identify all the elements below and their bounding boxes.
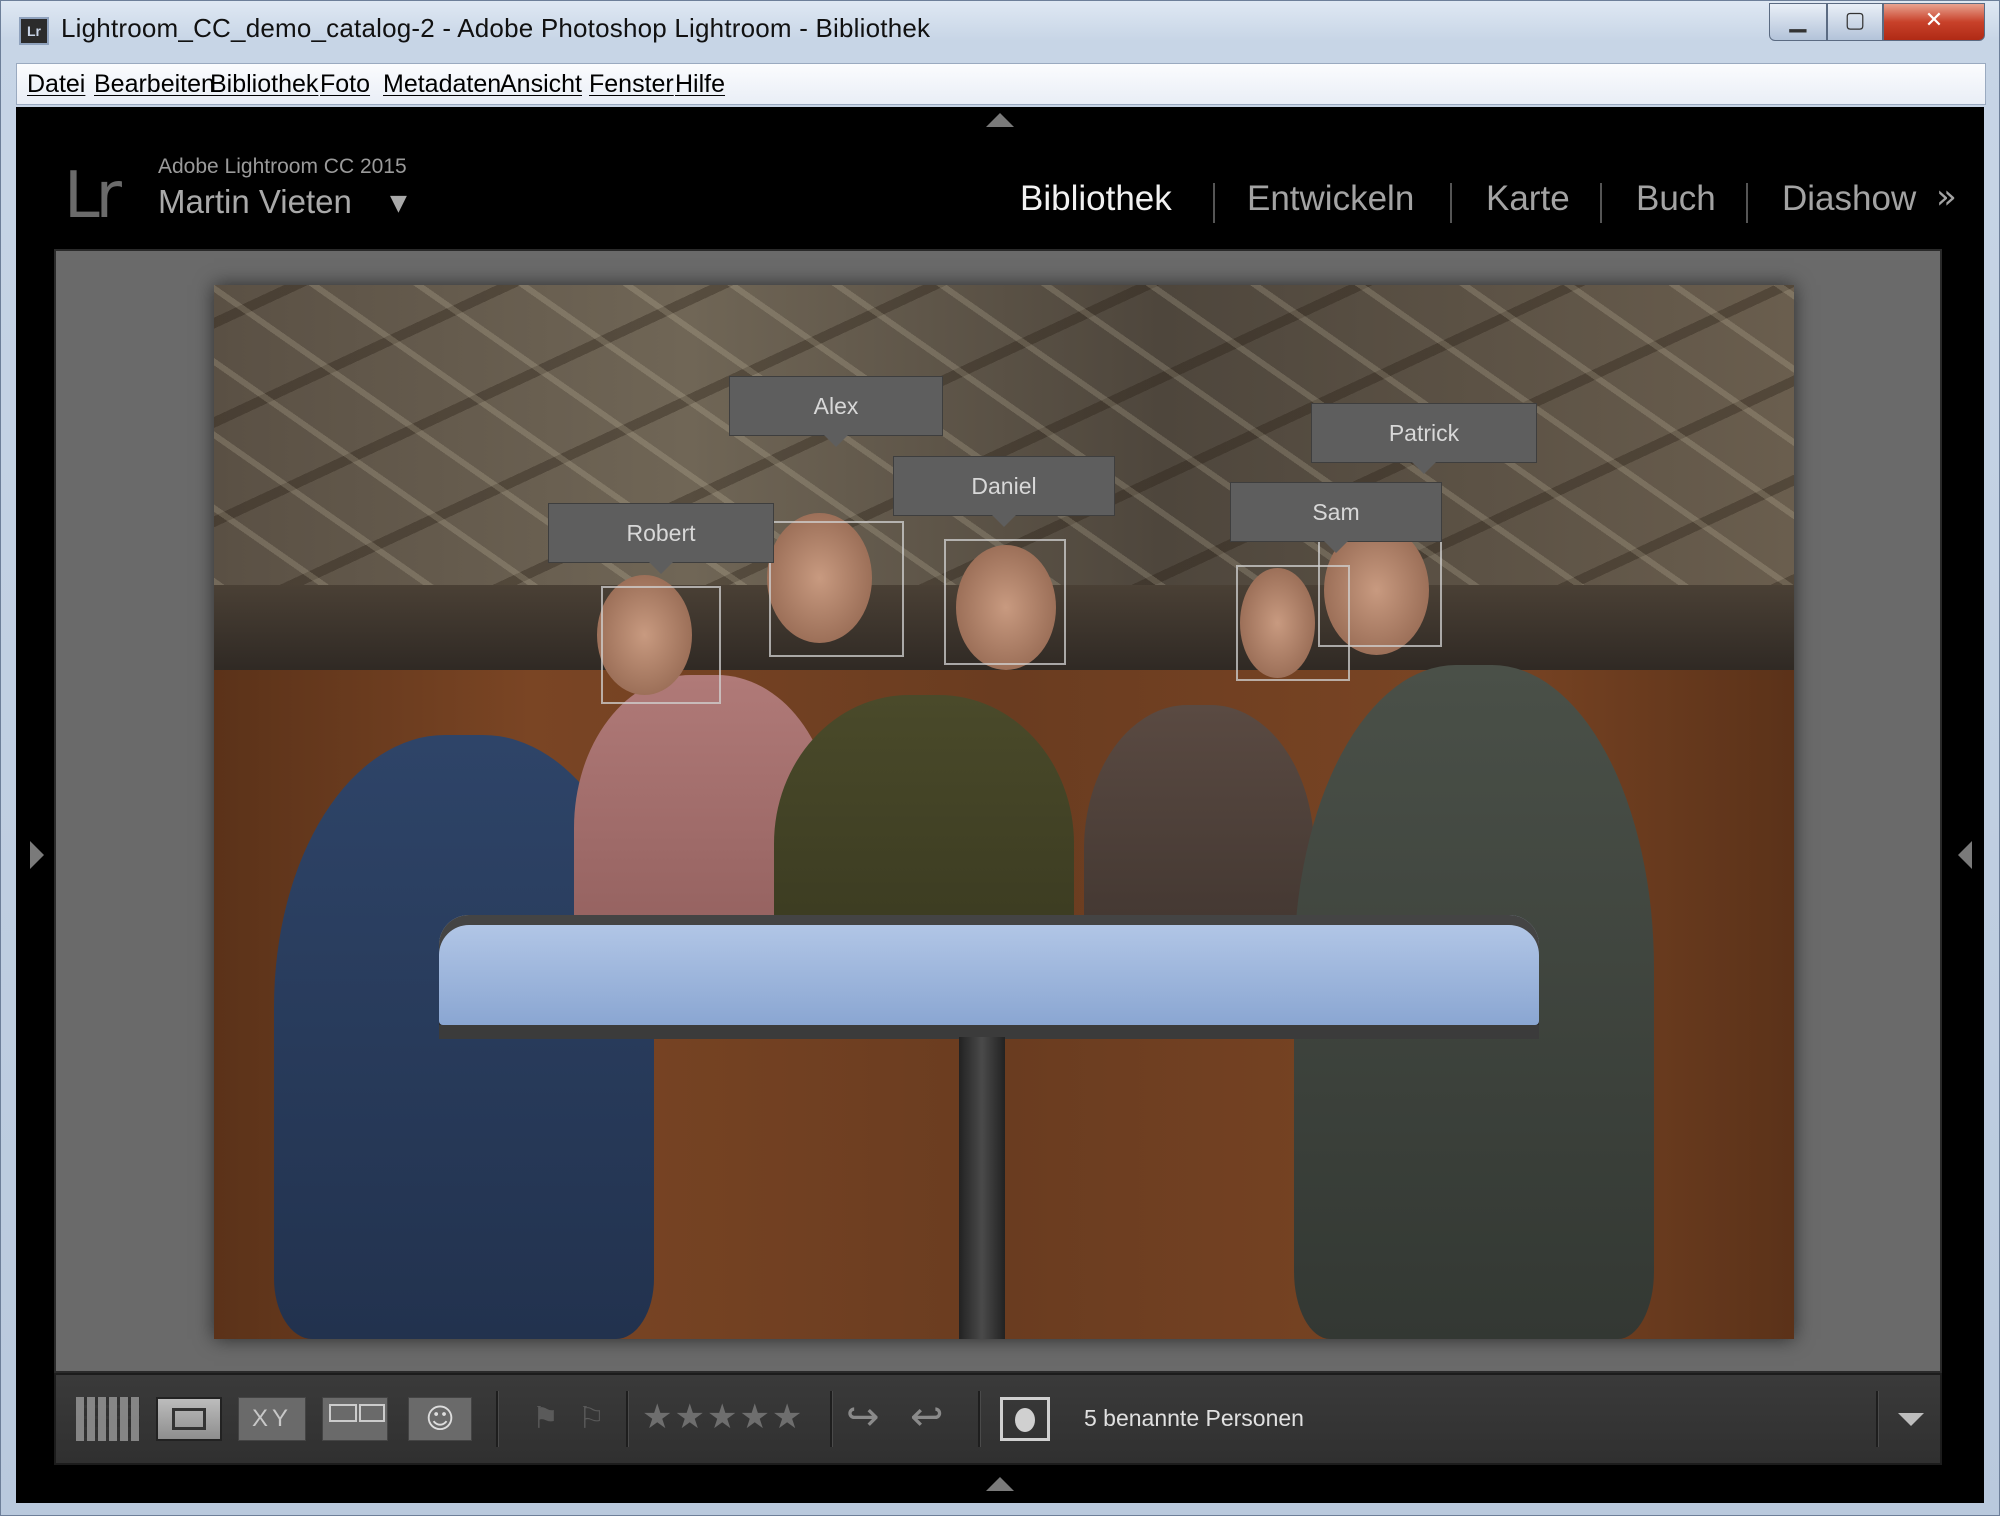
toolbar-separator <box>1876 1391 1879 1447</box>
identity-menu-caret-icon[interactable]: ▼ <box>390 191 407 216</box>
menu-ansicht[interactable]: Ansicht <box>500 70 582 99</box>
loupe-view-button[interactable] <box>156 1397 222 1441</box>
face-tag-robert[interactable]: Robert <box>548 503 774 574</box>
star-rating[interactable]: ★★★★★ <box>642 1397 804 1437</box>
minimize-button[interactable]: ▁ <box>1769 3 1827 41</box>
menu-metadaten[interactable]: Metadaten <box>383 70 501 99</box>
menu-bar: Datei Bearbeiten Bibliothek Foto Metadat… <box>16 63 1986 105</box>
module-karte[interactable]: Karte <box>1486 179 1570 219</box>
lightroom-app-icon[interactable]: Lr <box>19 17 49 45</box>
toolbar-content-menu-icon[interactable] <box>1898 1413 1924 1426</box>
library-toolbar: XY ☺ ⚑ ⚐ ★★★★★ ↪ ↩ 5 benannte Personen <box>54 1373 1942 1465</box>
lr-logo: Lr <box>64 159 122 233</box>
toolbar-separator <box>496 1391 499 1447</box>
flag-reject-icon[interactable]: ⚐ <box>578 1397 612 1441</box>
application-window: Lr Lightroom_CC_demo_catalog-2 - Adobe P… <box>0 0 2000 1516</box>
face-tag-sam[interactable]: Sam <box>1230 482 1442 553</box>
more-modules-icon[interactable]: » <box>1936 177 1957 217</box>
menu-foto[interactable]: Foto <box>320 70 370 99</box>
toolbar-separator <box>830 1391 833 1447</box>
module-separator <box>1746 183 1748 223</box>
window-title: Lightroom_CC_demo_catalog-2 - Adobe Phot… <box>61 13 931 43</box>
menu-fenster[interactable]: Fenster <box>589 70 674 99</box>
compare-view-button[interactable]: XY <box>238 1397 306 1441</box>
face-region-daniel[interactable] <box>944 539 1066 665</box>
face-detection-icon[interactable] <box>1000 1397 1050 1441</box>
show-filmstrip-icon[interactable] <box>986 1477 1014 1491</box>
menu-bearbeiten[interactable]: Bearbeiten <box>94 70 215 99</box>
show-top-panel-icon[interactable] <box>986 113 1014 127</box>
people-view-button[interactable]: ☺ <box>408 1397 472 1441</box>
rotate-left-icon[interactable]: ↪ <box>846 1397 898 1441</box>
face-region-robert[interactable] <box>601 586 721 704</box>
photo-table-leg <box>959 1037 1005 1339</box>
show-left-panel-icon[interactable] <box>30 841 44 869</box>
module-diashow[interactable]: Diashow <box>1782 179 1916 219</box>
show-right-panel-icon[interactable] <box>1958 841 1972 869</box>
menu-datei[interactable]: Datei <box>27 70 85 99</box>
rotate-right-icon[interactable]: ↩ <box>910 1397 962 1441</box>
product-name: Adobe Lightroom CC 2015 <box>158 155 407 178</box>
menu-hilfe[interactable]: Hilfe <box>675 70 725 99</box>
module-separator <box>1213 183 1215 223</box>
close-button[interactable]: ✕ <box>1883 3 1985 41</box>
identity-plate-name[interactable]: Martin Vieten <box>158 183 352 221</box>
module-bibliothek[interactable]: Bibliothek <box>1020 179 1172 219</box>
face-tag-patrick[interactable]: Patrick <box>1311 403 1537 474</box>
toolbar-separator <box>626 1391 629 1447</box>
named-people-count: 5 benannte Personen <box>1084 1405 1304 1431</box>
lightroom-workspace: Lr Adobe Lightroom CC 2015 Martin Vieten… <box>16 107 1984 1503</box>
photo-table <box>439 915 1539 1025</box>
title-bar[interactable]: Lr Lightroom_CC_demo_catalog-2 - Adobe P… <box>1 1 2000 59</box>
loupe-view-area: Alex Daniel Patrick Robert Sam <box>54 249 1942 1373</box>
face-tag-daniel[interactable]: Daniel <box>893 456 1115 527</box>
module-separator <box>1600 183 1602 223</box>
toolbar-separator <box>978 1391 981 1447</box>
grid-view-button[interactable] <box>76 1397 140 1441</box>
face-region-alex[interactable] <box>769 521 904 657</box>
flag-pick-icon[interactable]: ⚑ <box>532 1397 566 1441</box>
menu-bibliothek[interactable]: Bibliothek <box>210 70 318 99</box>
group-photo[interactable]: Alex Daniel Patrick Robert Sam <box>214 285 1794 1339</box>
maximize-button[interactable]: ▢ <box>1827 3 1883 41</box>
module-buch[interactable]: Buch <box>1636 179 1716 219</box>
survey-view-button[interactable] <box>322 1397 388 1441</box>
module-separator <box>1450 183 1452 223</box>
module-entwickeln[interactable]: Entwickeln <box>1247 179 1414 219</box>
face-tag-alex[interactable]: Alex <box>729 376 943 447</box>
